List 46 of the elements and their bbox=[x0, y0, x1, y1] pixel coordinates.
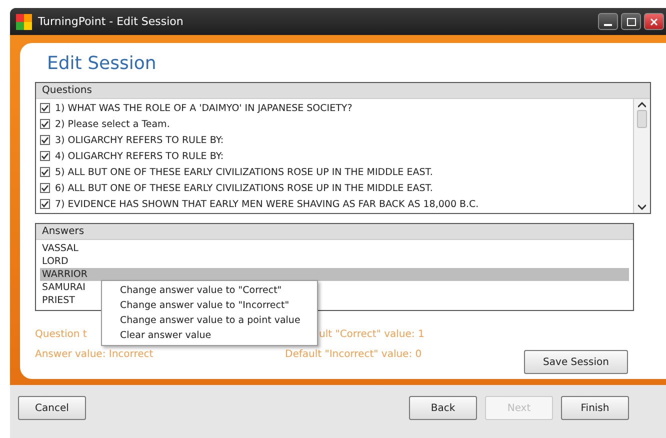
scrollbar[interactable] bbox=[633, 99, 650, 213]
question-item[interactable]: 1) WHAT WAS THE ROLE OF A 'DAIMYO' IN JAPANESE SOCIETY? bbox=[55, 102, 352, 114]
minimize-button[interactable] bbox=[598, 13, 618, 30]
menu-item[interactable]: Change answer value to "Correct" bbox=[102, 283, 317, 298]
nav-button[interactable]: Back bbox=[409, 396, 477, 420]
question-item[interactable]: 6) ALL BUT ONE OF THESE EARLY CIVILIZATIONS ROSE UP IN THE MIDDLE EAST. bbox=[55, 182, 433, 194]
window-title: TurningPoint - Edit Session bbox=[38, 15, 184, 28]
answer-item[interactable]: SAMURAI bbox=[40, 281, 86, 294]
checkbox[interactable] bbox=[40, 183, 50, 193]
nav-button[interactable]: Finish bbox=[561, 396, 629, 420]
maximize-icon bbox=[626, 18, 636, 26]
answer-item[interactable]: LORD bbox=[40, 255, 68, 268]
question-item[interactable]: 5) ALL BUT ONE OF THESE EARLY CIVILIZATIONS ROSE UP IN THE MIDDLE EAST. bbox=[55, 166, 433, 178]
checkbox[interactable] bbox=[40, 151, 50, 161]
close-icon bbox=[650, 18, 658, 26]
answer-item[interactable]: WARRIOR bbox=[40, 268, 629, 281]
page-heading: Edit Session bbox=[47, 53, 158, 74]
question-item[interactable]: 7) EVIDENCE HAS SHOWN THAT EARLY MEN WERE SHAVING AS FAR BACK AS 18,000 B.C. bbox=[55, 198, 479, 210]
default-incorrect-label: Default "Incorrect" value: 0 bbox=[285, 349, 422, 360]
question-type-label: Question t bbox=[35, 329, 87, 340]
checkbox[interactable] bbox=[40, 199, 50, 209]
column-header: Answers bbox=[36, 224, 633, 240]
menu-item[interactable]: Change answer value to a point value bbox=[102, 313, 317, 328]
scrollbar-thumb[interactable] bbox=[637, 110, 647, 128]
answer-item[interactable]: VASSAL bbox=[40, 242, 78, 255]
app-logo-icon bbox=[16, 14, 32, 30]
checkbox[interactable] bbox=[40, 167, 50, 177]
minimize-icon bbox=[604, 24, 612, 26]
default-correct-label: ult "Correct" value: 1 bbox=[319, 329, 424, 340]
column-header: Questions bbox=[36, 83, 650, 99]
question-item[interactable]: 4) OLIGARCHY REFERS TO RULE BY: bbox=[55, 150, 224, 162]
checkbox[interactable] bbox=[40, 135, 50, 145]
answer-value-label: Answer value: Incorrect bbox=[35, 349, 154, 360]
scroll-down-icon[interactable] bbox=[638, 204, 646, 210]
maximize-button[interactable] bbox=[621, 13, 641, 30]
menu-item[interactable]: Clear answer value bbox=[102, 328, 317, 343]
answer-item[interactable]: PRIEST bbox=[40, 294, 75, 307]
question-item[interactable]: 3) OLIGARCHY REFERS TO RULE BY: bbox=[55, 134, 224, 146]
scroll-up-icon[interactable] bbox=[638, 102, 646, 108]
save-session-button[interactable]: Save Session bbox=[524, 350, 628, 374]
close-button[interactable] bbox=[644, 13, 664, 30]
question-item[interactable]: 2) Please select a Team. bbox=[55, 118, 170, 130]
menu-item[interactable]: Change answer value to "Incorrect" bbox=[102, 298, 317, 313]
checkbox[interactable] bbox=[40, 103, 50, 113]
cancel-button[interactable]: Cancel bbox=[18, 396, 86, 420]
checkbox[interactable] bbox=[40, 119, 50, 129]
